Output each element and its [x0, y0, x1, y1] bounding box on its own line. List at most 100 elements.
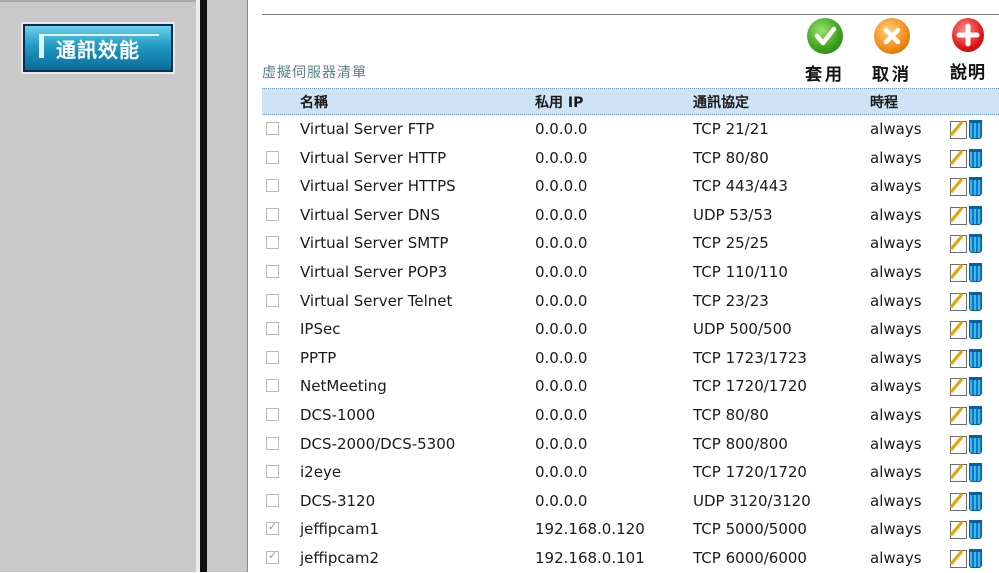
x-circle-icon	[874, 18, 910, 54]
trash-icon[interactable]	[969, 463, 982, 483]
row-checkbox[interactable]	[266, 549, 279, 564]
private-ip: 0.0.0.0	[535, 291, 588, 310]
edit-icon[interactable]	[950, 406, 967, 425]
edit-icon[interactable]	[950, 521, 967, 540]
trash-icon[interactable]	[969, 491, 982, 511]
row-actions	[950, 262, 986, 282]
private-ip: 192.168.0.101	[535, 548, 645, 567]
protocol: TCP 80/80	[693, 405, 769, 424]
column-header-schedule: 時程	[870, 95, 898, 111]
protocol: TCP 1723/1723	[693, 348, 807, 367]
row-checkbox[interactable]	[266, 465, 279, 479]
row-checkbox[interactable]	[266, 520, 279, 536]
protocol: TCP 443/443	[693, 177, 788, 196]
server-name: PPTP	[300, 348, 337, 367]
edit-icon[interactable]	[950, 349, 967, 368]
row-checkbox[interactable]	[266, 264, 279, 278]
edit-icon[interactable]	[950, 121, 967, 139]
private-ip: 0.0.0.0	[535, 434, 588, 453]
protocol: TCP 1720/1720	[693, 377, 807, 396]
row-actions	[950, 319, 986, 340]
row-checkbox[interactable]	[266, 322, 279, 336]
server-name: jeffipcam1	[300, 520, 380, 539]
trash-icon[interactable]	[969, 205, 982, 225]
edit-icon[interactable]	[950, 149, 967, 168]
gutter	[207, 0, 247, 572]
trash-icon[interactable]	[969, 377, 982, 397]
apply-button[interactable]: 套用	[795, 18, 855, 85]
edit-icon[interactable]	[950, 178, 967, 197]
table-row: DCS-2000/DCS-5300 0.0.0.0 TCP 800/800 alway…	[262, 430, 999, 459]
row-checkbox[interactable]	[266, 379, 279, 393]
table-row: jeffipcam2 192.168.0.101 TCP 6000/6000 alwa…	[262, 544, 999, 573]
row-checkbox[interactable]	[266, 207, 279, 221]
cancel-button[interactable]: 取消	[862, 18, 922, 85]
virtual-server-table: 名稱 私用 IP 通訊協定 時程 Virtual Server FTP 0.0.0…	[262, 88, 999, 573]
row-checkbox[interactable]	[266, 150, 279, 164]
table-row: Virtual Server HTTPS 0.0.0.0 TCP 443/443 al…	[262, 172, 999, 201]
server-name: Virtual Server POP3	[300, 262, 448, 281]
row-checkbox[interactable]	[266, 436, 279, 450]
trash-icon[interactable]	[969, 548, 982, 568]
trash-icon[interactable]	[969, 348, 982, 368]
schedule: always	[870, 463, 922, 482]
edit-icon[interactable]	[950, 435, 967, 454]
protocol: TCP 110/110	[693, 262, 788, 281]
edit-icon[interactable]	[950, 292, 967, 311]
row-checkbox[interactable]	[266, 407, 279, 421]
nav-button-performance[interactable]: 通訊效能	[21, 22, 175, 74]
edit-icon[interactable]	[950, 492, 967, 511]
row-checkbox[interactable]	[266, 236, 279, 250]
schedule: always	[870, 434, 922, 453]
protocol: TCP 800/800	[693, 434, 788, 453]
edit-icon[interactable]	[950, 378, 967, 397]
edit-icon[interactable]	[950, 321, 967, 340]
row-checkbox[interactable]	[266, 493, 279, 507]
trash-icon[interactable]	[969, 177, 982, 197]
row-actions	[950, 233, 986, 254]
row-checkbox[interactable]	[266, 179, 279, 193]
server-name: Virtual Server DNS	[300, 205, 441, 224]
trash-icon[interactable]	[969, 434, 982, 454]
private-ip: 0.0.0.0	[535, 148, 588, 167]
private-ip: 0.0.0.0	[535, 120, 588, 138]
private-ip: 0.0.0.0	[535, 491, 588, 510]
table-row: Virtual Server FTP 0.0.0.0 TCP 21/21 always	[262, 115, 999, 144]
private-ip: 0.0.0.0	[535, 348, 588, 367]
server-name: NetMeeting	[300, 377, 387, 396]
row-checkbox[interactable]	[266, 122, 279, 135]
protocol: UDP 500/500	[693, 320, 792, 339]
schedule: always	[870, 234, 922, 253]
row-actions	[950, 376, 986, 397]
row-checkbox[interactable]	[266, 350, 279, 364]
edit-icon[interactable]	[950, 263, 967, 282]
server-name: DCS-3120	[300, 491, 376, 510]
table-row: Virtual Server SMTP 0.0.0.0 TCP 25/25 alway…	[262, 229, 999, 258]
edit-icon[interactable]	[950, 206, 967, 225]
schedule: always	[870, 291, 922, 310]
private-ip: 0.0.0.0	[535, 205, 588, 224]
trash-icon[interactable]	[969, 262, 982, 282]
protocol: TCP 25/25	[693, 234, 769, 253]
server-name: Virtual Server SMTP	[300, 234, 449, 253]
column-header-ip: 私用 IP	[535, 95, 584, 111]
edit-icon[interactable]	[950, 549, 967, 568]
private-ip: 0.0.0.0	[535, 405, 588, 424]
edit-icon[interactable]	[950, 464, 967, 483]
protocol: TCP 23/23	[693, 291, 769, 310]
server-name: DCS-2000/DCS-5300	[300, 434, 456, 453]
trash-icon[interactable]	[969, 320, 982, 340]
trash-icon[interactable]	[969, 405, 982, 425]
edit-icon[interactable]	[950, 235, 967, 254]
row-actions	[950, 291, 986, 311]
schedule: always	[870, 520, 922, 539]
trash-icon[interactable]	[969, 520, 982, 540]
row-actions	[950, 148, 986, 168]
trash-icon[interactable]	[969, 148, 982, 168]
trash-icon[interactable]	[969, 291, 982, 311]
row-actions	[950, 434, 986, 454]
help-button[interactable]: 說明	[940, 18, 996, 83]
trash-icon[interactable]	[969, 234, 982, 254]
row-checkbox[interactable]	[266, 293, 279, 307]
trash-icon[interactable]	[969, 120, 982, 139]
